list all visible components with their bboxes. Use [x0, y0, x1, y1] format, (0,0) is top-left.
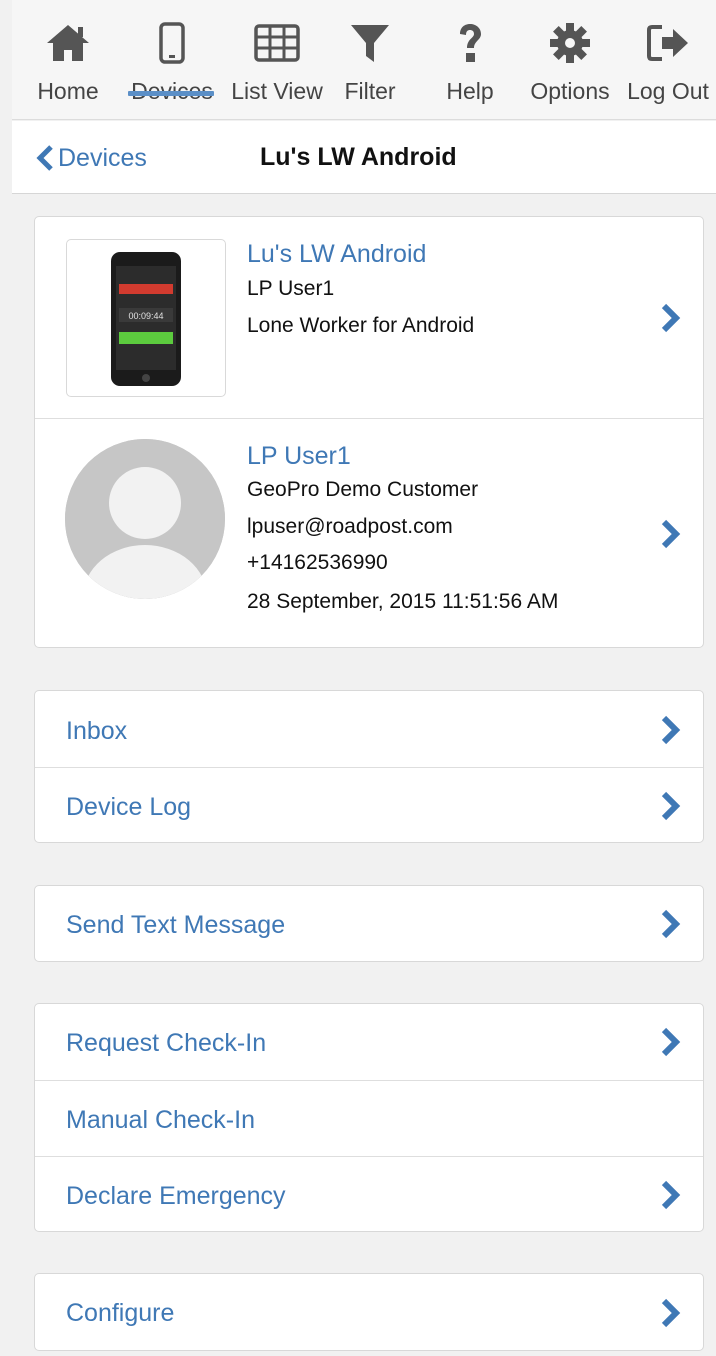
chevron-right-icon — [661, 1298, 681, 1328]
declare-emergency-label: Declare Emergency — [66, 1182, 286, 1210]
nav-options[interactable]: Options — [520, 20, 620, 120]
inbox-row[interactable]: Inbox — [35, 691, 703, 767]
page-title: Lu's LW Android — [260, 143, 457, 171]
log-menu-card: Inbox Device Log — [34, 690, 704, 843]
title-bar: Devices Lu's LW Android — [12, 121, 716, 194]
chevron-right-icon — [661, 519, 681, 549]
inbox-label: Inbox — [66, 717, 128, 745]
request-checkin-row[interactable]: Request Check-In — [35, 1004, 703, 1080]
back-button-label: Devices — [58, 143, 147, 172]
avatar — [65, 439, 225, 599]
nav-home[interactable]: Home — [16, 20, 120, 120]
nav-filter-label: Filter — [344, 78, 396, 104]
nav-filter[interactable]: Filter — [330, 20, 410, 120]
grid-icon — [254, 20, 300, 66]
chevron-right-icon — [661, 1180, 681, 1210]
device-thumbnail: 00:09:44 — [66, 239, 226, 397]
nav-help-label: Help — [446, 78, 494, 104]
user-company: GeoPro Demo Customer — [247, 478, 479, 501]
mobile-icon — [149, 20, 195, 66]
chevron-right-icon — [661, 1027, 681, 1057]
send-text-message-row[interactable]: Send Text Message — [35, 886, 703, 961]
manual-checkin-row[interactable]: Manual Check-In — [35, 1080, 703, 1156]
nav-options-label: Options — [530, 78, 610, 104]
device-name: Lu's LW Android — [247, 240, 427, 268]
declare-emergency-row[interactable]: Declare Emergency — [35, 1156, 703, 1231]
device-log-row[interactable]: Device Log — [35, 767, 703, 842]
nav-devices[interactable]: Devices — [120, 20, 224, 120]
user-timestamp: 28 September, 2015 11:51:56 AM — [247, 590, 559, 613]
send-text-message-label: Send Text Message — [66, 911, 286, 939]
device-summary-card: 00:09:44 Lu's LW Android LP User1 Lone W… — [34, 216, 704, 648]
nav-help[interactable]: Help — [432, 20, 508, 120]
configure-label: Configure — [66, 1299, 175, 1327]
user-row[interactable]: LP User1 GeoPro Demo Customer lpuser@roa… — [35, 418, 703, 647]
chevron-right-icon — [661, 715, 681, 745]
chevron-right-icon — [661, 303, 681, 333]
manual-checkin-label: Manual Check-In — [66, 1106, 255, 1134]
device-app: Lone Worker for Android — [247, 314, 475, 337]
configure-row[interactable]: Configure — [35, 1274, 703, 1350]
checkin-menu-card: Request Check-In Manual Check-In Declare… — [34, 1003, 704, 1232]
nav-log-out-label: Log Out — [627, 78, 709, 104]
filter-icon — [347, 20, 393, 66]
nav-home-label: Home — [37, 78, 99, 104]
nav-log-out[interactable]: Log Out — [620, 20, 716, 120]
device-log-label: Device Log — [66, 793, 192, 821]
user-email: lpuser@roadpost.com — [247, 515, 453, 538]
logout-icon — [645, 20, 691, 66]
device-screen-timer: 00:09:44 — [128, 311, 163, 321]
chevron-right-icon — [661, 909, 681, 939]
user-phone: +14162536990 — [247, 551, 388, 574]
chevron-right-icon — [661, 791, 681, 821]
active-tab-indicator — [128, 91, 214, 96]
chevron-left-icon — [36, 145, 53, 171]
home-icon — [45, 20, 91, 66]
question-icon — [447, 20, 493, 66]
nav-list-view-label: List View — [231, 78, 323, 104]
back-button[interactable]: Devices — [36, 141, 147, 175]
top-nav-bar: Home Devices List View Filter Help — [12, 0, 716, 120]
nav-list-view[interactable]: List View — [224, 20, 330, 120]
device-row[interactable]: 00:09:44 Lu's LW Android LP User1 Lone W… — [35, 217, 703, 418]
configure-menu-card: Configure — [34, 1273, 704, 1351]
gear-icon — [547, 20, 593, 66]
request-checkin-label: Request Check-In — [66, 1029, 267, 1057]
device-user: LP User1 — [247, 277, 335, 300]
message-menu-card: Send Text Message — [34, 885, 704, 962]
user-name: LP User1 — [247, 442, 351, 470]
